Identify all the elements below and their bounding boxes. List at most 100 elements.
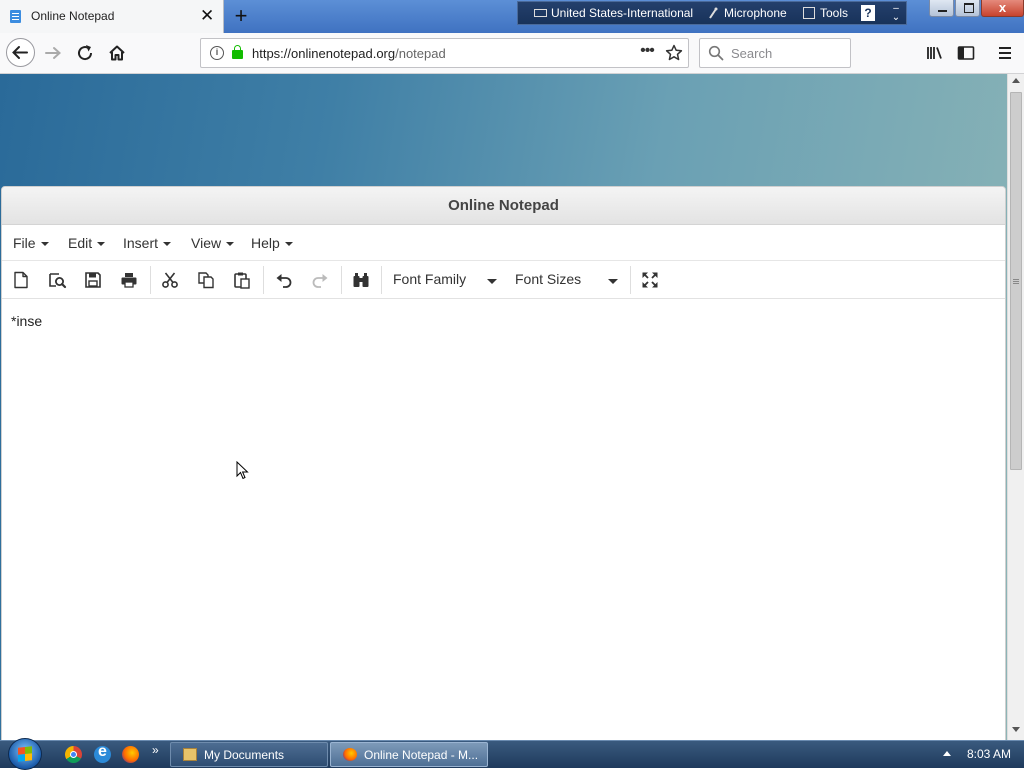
caret-down-icon — [284, 242, 293, 247]
font-size-select[interactable]: Font Sizes — [515, 271, 619, 287]
menu-file[interactable]: File — [13, 235, 49, 251]
close-icon: x — [998, 0, 1007, 15]
copy-icon[interactable] — [196, 270, 216, 290]
taskbar-item-my-documents[interactable]: My Documents — [170, 742, 328, 767]
hamburger-menu-button[interactable] — [992, 40, 1018, 66]
cut-icon[interactable] — [160, 270, 180, 290]
page-actions-icon[interactable]: ••• — [637, 43, 657, 63]
menu-view[interactable]: View — [191, 235, 235, 251]
chrome-icon[interactable] — [65, 746, 82, 763]
microphone-icon — [709, 7, 718, 19]
fullscreen-icon[interactable] — [640, 270, 660, 290]
url-path: /notepad — [395, 46, 446, 61]
bookmark-star-icon[interactable] — [665, 44, 683, 62]
navigation-toolbar: i https://onlinenotepad.org/notepad ••• … — [0, 33, 1024, 74]
microphone-button[interactable]: Microphone — [724, 6, 787, 20]
menu-help[interactable]: Help — [251, 235, 293, 251]
system-clock[interactable]: 8:03 AM — [967, 747, 1011, 761]
page-scrollbar[interactable] — [1007, 74, 1024, 740]
font-family-label: Font Family — [393, 271, 467, 287]
window-minimize-button[interactable] — [929, 0, 954, 17]
url-text[interactable]: https://onlinenotepad.org/notepad — [252, 46, 446, 61]
search-placeholder: Search — [731, 46, 773, 61]
menu-file-label: File — [13, 235, 36, 251]
search-input[interactable]: Search — [699, 38, 851, 68]
caret-down-icon — [608, 279, 618, 284]
reload-icon — [78, 45, 93, 61]
home-button[interactable] — [104, 40, 130, 66]
folder-icon — [183, 748, 197, 761]
taskbar-item-label: My Documents — [204, 748, 285, 762]
search-icon — [708, 45, 724, 61]
firefox-icon — [343, 748, 357, 761]
sidebar-icon — [957, 46, 975, 60]
menu-help-label: Help — [251, 235, 280, 251]
back-arrow-icon — [12, 46, 28, 59]
save-icon[interactable] — [83, 270, 103, 290]
library-icon — [927, 47, 942, 59]
windows-taskbar: » My Documents Online Notepad - M... 8:0… — [0, 738, 1024, 770]
show-hidden-icons-icon[interactable] — [943, 751, 951, 756]
new-tab-button[interactable]: + — [230, 4, 252, 28]
taskbar-item-label: Online Notepad - M... — [364, 748, 479, 762]
window-maximize-button[interactable] — [955, 0, 980, 17]
new-document-icon[interactable] — [11, 270, 31, 290]
window-close-button[interactable]: x — [981, 0, 1024, 17]
language-bar: United States-International Microphone T… — [517, 1, 907, 25]
internet-explorer-icon[interactable] — [94, 743, 111, 763]
forward-arrow-icon — [45, 47, 61, 59]
toolbar-separator — [630, 266, 631, 294]
menu-edit-label: Edit — [68, 235, 93, 251]
tools-button[interactable]: Tools — [820, 6, 848, 20]
undo-icon[interactable] — [274, 270, 294, 290]
quick-launch-more-icon[interactable]: » — [152, 743, 159, 757]
address-bar[interactable]: i https://onlinenotepad.org/notepad ••• — [200, 38, 689, 68]
language-bar-options-icon[interactable]: – ⌄ — [890, 4, 902, 23]
open-preview-icon[interactable] — [47, 270, 67, 290]
secure-lock-icon[interactable] — [232, 45, 243, 59]
tools-icon — [803, 7, 815, 19]
scrollbar-thumb[interactable] — [1010, 92, 1022, 470]
menu-insert[interactable]: Insert — [123, 235, 172, 251]
toolbar-separator — [263, 266, 264, 294]
forward-button[interactable] — [40, 40, 66, 66]
site-info-icon[interactable]: i — [210, 46, 224, 60]
scroll-down-arrow-icon[interactable] — [1012, 727, 1020, 732]
text-editor[interactable]: *inse — [2, 299, 1005, 740]
print-icon[interactable] — [119, 270, 139, 290]
menu-edit[interactable]: Edit — [68, 235, 106, 251]
caret-down-icon — [40, 242, 49, 247]
keyboard-icon — [534, 9, 547, 17]
start-button[interactable] — [8, 738, 42, 770]
toolbar-separator — [381, 266, 382, 294]
caret-down-icon — [226, 242, 235, 247]
redo-icon[interactable] — [310, 270, 330, 290]
hamburger-menu-icon — [999, 47, 1011, 59]
toolbar-separator — [150, 266, 151, 294]
toolbar-separator — [341, 266, 342, 294]
taskbar-item-online-notepad[interactable]: Online Notepad - M... — [330, 742, 488, 767]
windows-logo-icon — [18, 746, 32, 762]
reload-button[interactable] — [72, 40, 98, 66]
help-icon[interactable]: ? — [861, 5, 875, 21]
caret-down-icon — [163, 242, 172, 247]
language-selector[interactable]: United States-International — [551, 6, 693, 20]
caret-down-icon — [487, 279, 497, 284]
find-binoculars-icon[interactable] — [351, 270, 371, 290]
library-button[interactable] — [922, 40, 948, 66]
tab-online-notepad[interactable]: Online Notepad ✕ — [0, 0, 224, 33]
firefox-icon[interactable] — [122, 746, 139, 763]
notepad-favicon-icon — [10, 10, 21, 23]
editor-toolbar: Font Family Font Sizes — [2, 261, 1005, 299]
url-host: https://onlinenotepad.org — [252, 46, 396, 61]
tab-close-icon[interactable]: ✕ — [200, 6, 214, 26]
editor-content[interactable]: *inse — [11, 313, 42, 329]
scroll-up-arrow-icon[interactable] — [1012, 78, 1020, 83]
home-icon — [109, 45, 125, 61]
font-family-select[interactable]: Font Family — [393, 271, 497, 287]
sidebar-toggle-button[interactable] — [953, 40, 979, 66]
paste-icon[interactable] — [232, 270, 252, 290]
back-button[interactable] — [6, 38, 35, 67]
notepad-app-window: Online Notepad File Edit Insert View Hel… — [1, 186, 1006, 740]
app-title: Online Notepad — [448, 197, 559, 214]
